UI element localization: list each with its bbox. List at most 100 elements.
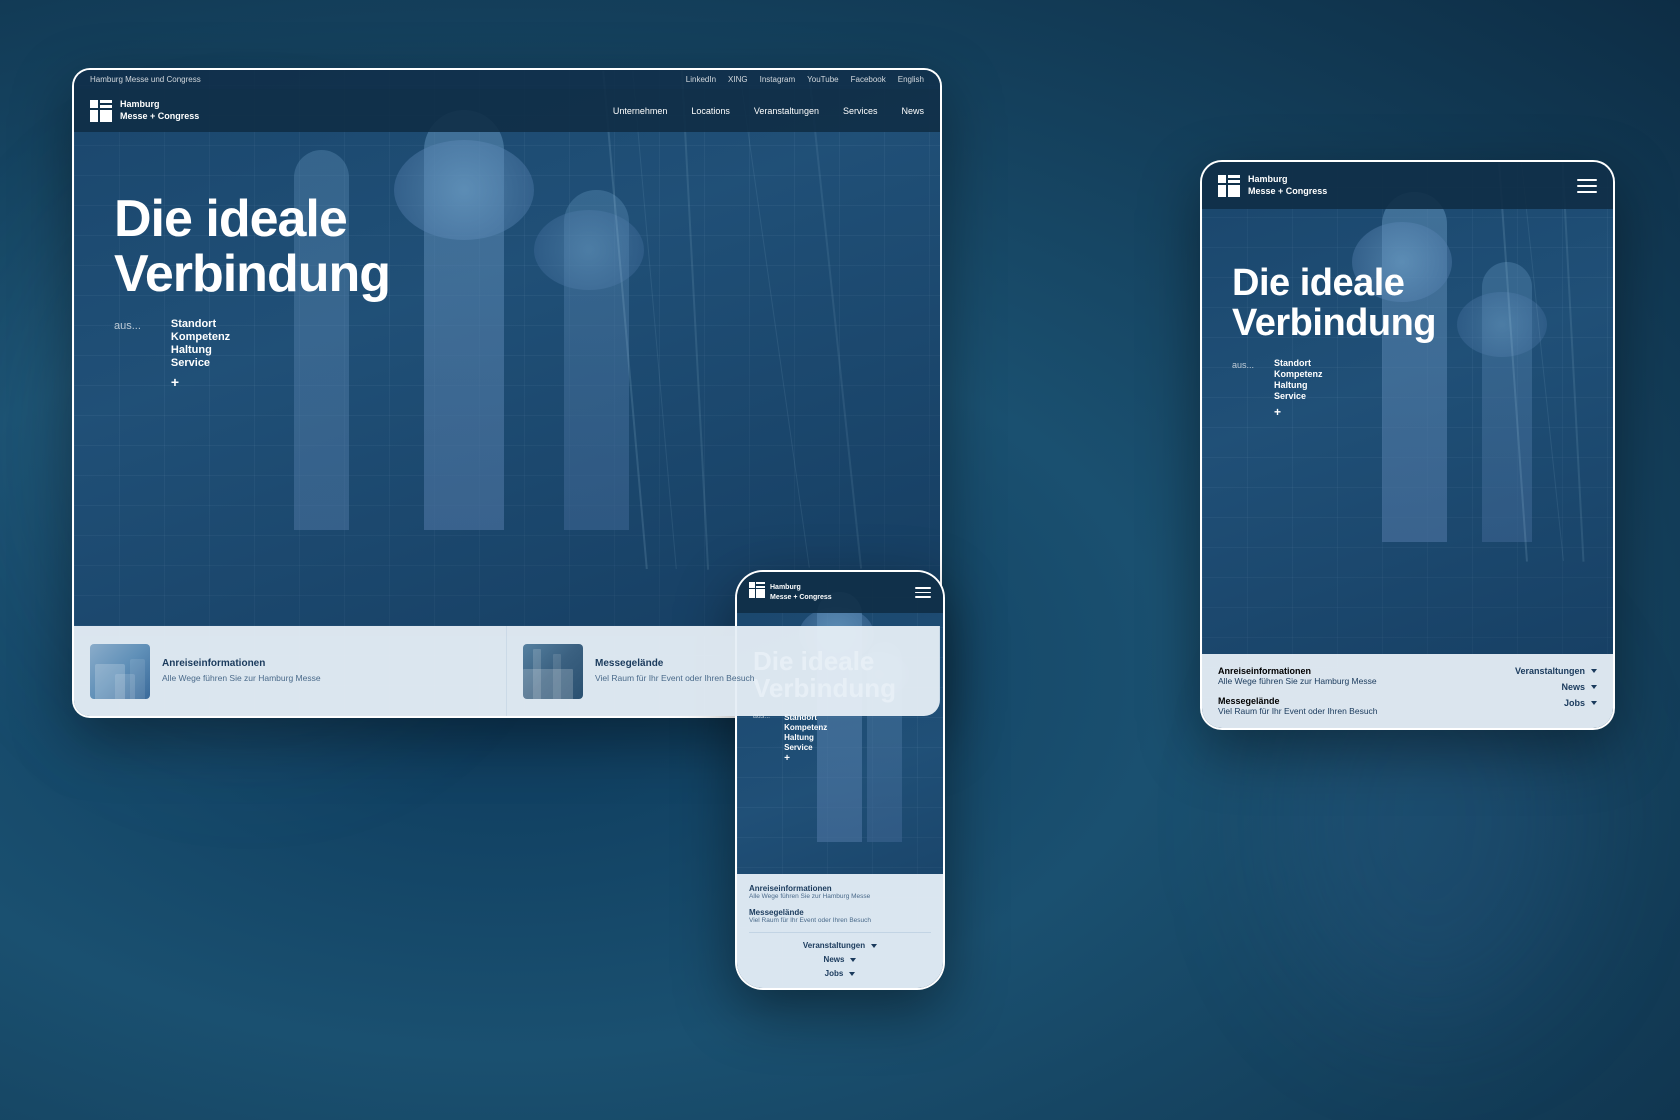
mobile-keywords: Standort Kompetenz Haltung Service + (784, 713, 827, 764)
mobile-card-anreise[interactable]: Anreiseinformationen Alle Wege führen Si… (749, 884, 931, 900)
mobile-link-veranstaltungen[interactable]: Veranstaltungen (803, 941, 877, 950)
card-text-messe: Messegelände Viel Raum für Ihr Event ode… (595, 658, 755, 685)
desktop-navbar: Hamburg Messe + Congress Unternehmen Loc… (74, 89, 940, 132)
tablet-navbar: Hamburg Messe + Congress (1202, 162, 1613, 209)
mobile-hamburger-line-3 (915, 596, 931, 598)
hamburger-line-3 (1577, 191, 1597, 193)
arrow-down-icon-3 (1591, 701, 1597, 705)
nav-unternehmen[interactable]: Unternehmen (613, 106, 668, 116)
mobile-hero-plus: + (784, 753, 827, 764)
bottom-card-anreise[interactable]: Anreiseinformationen Alle Wege führen Si… (74, 626, 507, 716)
topbar-linkedin[interactable]: LinkedIn (686, 75, 716, 84)
mobile-logo-text: Hamburg Messe + Congress (770, 583, 832, 601)
card-title-messe: Messegelände (595, 658, 755, 669)
topbar-facebook[interactable]: Facebook (851, 75, 886, 84)
mobile-hamburger-line-1 (915, 587, 931, 589)
tablet-link-news[interactable]: News (1561, 682, 1597, 692)
mobile-link-news[interactable]: News (824, 955, 857, 964)
hamburger-line-1 (1577, 179, 1597, 181)
mobile-logo[interactable]: Hamburg Messe + Congress (749, 582, 832, 603)
topbar-instagram[interactable]: Instagram (760, 75, 796, 84)
tablet-logo[interactable]: Hamburg Messe + Congress (1218, 174, 1327, 197)
tablet-logo-text: Hamburg Messe + Congress (1248, 174, 1327, 197)
hero-plus[interactable]: + (171, 374, 230, 390)
mobile-arrow-3 (849, 972, 855, 976)
mobile-arrow-2 (850, 958, 856, 962)
card-text-anreise: Anreiseinformationen Alle Wege führen Si… (162, 658, 321, 685)
hero-keyword-haltung: Haltung (171, 344, 230, 356)
tablet-bottom: Anreiseinformationen Alle Wege führen Si… (1202, 654, 1613, 728)
tablet-mockup: Hamburg Messe + Congress Die ideale Verb… (1200, 160, 1615, 730)
tablet-link-veranstaltungen[interactable]: Veranstaltungen (1515, 666, 1597, 676)
hamburger-line-2 (1577, 185, 1597, 187)
tablet-logo-icon (1218, 175, 1240, 197)
hero-keyword-kompetenz: Kompetenz (171, 331, 230, 343)
arrow-down-icon-2 (1591, 685, 1597, 689)
mobile-card-title-messe: Messegelände (749, 908, 931, 917)
hero-aus-label: aus... (114, 320, 141, 332)
mobile-card-messe[interactable]: Messegelände Viel Raum für Ihr Event ode… (749, 908, 931, 924)
mobile-card-desc-messe: Viel Raum für Ihr Event oder Ihren Besuc… (749, 917, 931, 924)
mobile-keyword-haltung: Haltung (784, 733, 827, 742)
tablet-hero: Die ideale Verbindung aus... Standort Ko… (1202, 209, 1613, 419)
tablet-hero-row: aus... Standort Kompetenz Haltung Servic… (1232, 358, 1583, 419)
tablet-card-desc-messe: Viel Raum für Ihr Event oder Ihren Besuc… (1218, 706, 1499, 716)
tablet-card-title-messe: Messegelände (1218, 696, 1499, 706)
mobile-quick-links: Veranstaltungen News Jobs (749, 932, 931, 978)
mobile-hamburger-line-2 (915, 592, 931, 594)
mobile-keyword-kompetenz: Kompetenz (784, 723, 827, 732)
desktop-hero: Die ideale Verbindung aus... Standort Ko… (74, 132, 940, 389)
mobile-keyword-service: Service (784, 743, 827, 752)
card-thumb-messe (523, 644, 583, 699)
topbar-brand: Hamburg Messe und Congress (90, 75, 201, 84)
hero-keyword-service: Service (171, 357, 230, 369)
scene-container: Hamburg Messe und Congress LinkedIn XING… (0, 0, 1680, 1120)
card-title-anreise: Anreiseinformationen (162, 658, 321, 669)
mobile-arrow-1 (871, 944, 877, 948)
nav-locations[interactable]: Locations (691, 106, 730, 116)
topbar-xing[interactable]: XING (728, 75, 748, 84)
mobile-bottom: Anreiseinformationen Alle Wege führen Si… (737, 874, 943, 988)
tablet-hero-keywords: Standort Kompetenz Haltung Service + (1274, 358, 1323, 419)
tablet-hero-title: Die ideale Verbindung (1232, 264, 1583, 344)
hero-keywords: Standort Kompetenz Haltung Service + (171, 318, 230, 390)
hero-subtitle-row: aus... Standort Kompetenz Haltung Servic… (114, 318, 900, 390)
mobile-aus-label: aus... (753, 713, 770, 764)
card-desc-messe: Viel Raum für Ihr Event oder Ihren Besuc… (595, 673, 755, 685)
mobile-hamburger-menu[interactable] (915, 587, 931, 598)
logo-icon (90, 100, 112, 122)
desktop-bottom-cards: Anreiseinformationen Alle Wege führen Si… (74, 626, 940, 716)
tablet-keyword-kompetenz: Kompetenz (1274, 369, 1323, 379)
nav-veranstaltungen[interactable]: Veranstaltungen (754, 106, 819, 116)
card-thumb-anreise (90, 644, 150, 699)
tablet-card-messe[interactable]: Messegelände Viel Raum für Ihr Event ode… (1218, 696, 1499, 716)
mobile-hero-row: aus... Standort Kompetenz Haltung Servic… (753, 713, 927, 764)
tablet-screen: Hamburg Messe + Congress Die ideale Verb… (1202, 162, 1613, 728)
tablet-card-desc-anreise: Alle Wege führen Sie zur Hamburg Messe (1218, 676, 1499, 686)
nav-services[interactable]: Services (843, 106, 878, 116)
mobile-link-jobs[interactable]: Jobs (825, 969, 856, 978)
hero-title: Die ideale Verbindung (114, 192, 900, 301)
mobile-logo-icon (749, 582, 765, 603)
tablet-quick-links: Veranstaltungen News Jobs (1515, 666, 1597, 716)
desktop-topbar: Hamburg Messe und Congress LinkedIn XING… (74, 70, 940, 89)
desktop-logo[interactable]: Hamburg Messe + Congress (90, 99, 199, 122)
topbar-youtube[interactable]: YouTube (807, 75, 838, 84)
arrow-down-icon (1591, 669, 1597, 673)
mobile-navbar: Hamburg Messe + Congress (737, 572, 943, 613)
nav-news[interactable]: News (901, 106, 924, 116)
tablet-bottom-inner: Anreiseinformationen Alle Wege führen Si… (1218, 666, 1597, 716)
topbar-language[interactable]: English (898, 75, 924, 84)
tablet-link-jobs[interactable]: Jobs (1564, 698, 1597, 708)
card-desc-anreise: Alle Wege führen Sie zur Hamburg Messe (162, 673, 321, 685)
mobile-card-desc-anreise: Alle Wege führen Sie zur Hamburg Messe (749, 893, 931, 900)
tablet-bottom-left: Anreiseinformationen Alle Wege führen Si… (1218, 666, 1499, 716)
desktop-logo-text: Hamburg Messe + Congress (120, 99, 199, 122)
tablet-hamburger-menu[interactable] (1577, 179, 1597, 193)
tablet-card-anreise[interactable]: Anreiseinformationen Alle Wege führen Si… (1218, 666, 1499, 686)
tablet-aus-label: aus... (1232, 360, 1254, 419)
tablet-keyword-standort: Standort (1274, 358, 1323, 368)
tablet-keyword-haltung: Haltung (1274, 380, 1323, 390)
bottom-card-messe[interactable]: Messegelände Viel Raum für Ihr Event ode… (507, 626, 940, 716)
tablet-card-title-anreise: Anreiseinformationen (1218, 666, 1499, 676)
